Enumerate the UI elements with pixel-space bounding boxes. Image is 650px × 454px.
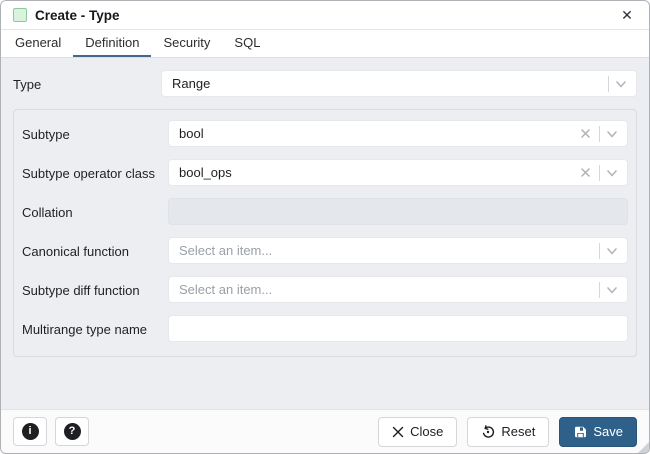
subtype-operator-class-value[interactable] <box>169 160 576 185</box>
subtype-select[interactable] <box>168 120 628 147</box>
collation-label: Collation <box>22 198 168 222</box>
canonical-function-label: Canonical function <box>22 237 168 261</box>
close-icon <box>392 426 404 438</box>
type-select-value[interactable] <box>162 71 604 96</box>
question-icon: ? <box>64 423 81 440</box>
reset-button-label: Reset <box>501 424 535 439</box>
field-row-subtype-diff-function: Subtype diff function <box>22 276 628 303</box>
field-row-canonical-function: Canonical function <box>22 237 628 264</box>
type-label: Type <box>13 70 161 94</box>
reset-icon <box>481 425 495 439</box>
field-row-subtype: Subtype <box>22 120 628 147</box>
subtype-operator-class-label: Subtype operator class <box>22 159 168 183</box>
chevron-down-icon[interactable] <box>604 245 620 257</box>
dialog-close-icon[interactable]: ✕ <box>617 5 637 25</box>
select-divider <box>599 243 600 259</box>
subtype-diff-function-select[interactable] <box>168 276 628 303</box>
type-object-icon <box>13 8 27 22</box>
select-divider <box>608 76 609 92</box>
chevron-down-icon[interactable] <box>604 284 620 296</box>
select-divider <box>599 126 600 142</box>
save-icon <box>573 425 587 439</box>
dialog-tabbar: General Definition Security SQL <box>1 30 649 58</box>
close-button-label: Close <box>410 424 443 439</box>
subtype-diff-function-placeholder[interactable] <box>169 277 595 302</box>
type-select[interactable] <box>161 70 637 97</box>
select-divider <box>599 165 600 181</box>
collation-input <box>168 198 628 225</box>
tab-general[interactable]: General <box>3 30 73 57</box>
field-row-collation: Collation <box>22 198 628 225</box>
dialog-title: Create - Type <box>35 8 120 23</box>
field-row-subtype-operator-class: Subtype operator class <box>22 159 628 186</box>
tab-definition[interactable]: Definition <box>73 30 151 57</box>
definition-panel: Type Subtype <box>1 58 649 409</box>
range-options-group: Subtype <box>13 109 637 357</box>
save-button[interactable]: Save <box>559 417 637 447</box>
chevron-down-icon[interactable] <box>604 128 620 140</box>
chevron-down-icon[interactable] <box>604 167 620 179</box>
canonical-function-placeholder[interactable] <box>169 238 595 263</box>
save-button-label: Save <box>593 424 623 439</box>
clear-icon[interactable] <box>576 167 595 178</box>
chevron-down-icon[interactable] <box>613 78 629 90</box>
subtype-operator-class-select[interactable] <box>168 159 628 186</box>
multirange-type-name-label: Multirange type name <box>22 315 168 339</box>
tab-security[interactable]: Security <box>151 30 222 57</box>
field-row-multirange-type-name: Multirange type name <box>22 315 628 342</box>
select-divider <box>599 282 600 298</box>
subtype-select-value[interactable] <box>169 121 576 146</box>
dialog-help-button[interactable]: ? <box>55 417 89 446</box>
canonical-function-select[interactable] <box>168 237 628 264</box>
sql-help-button[interactable]: i <box>13 417 47 446</box>
subtype-label: Subtype <box>22 120 168 144</box>
subtype-diff-function-label: Subtype diff function <box>22 276 168 300</box>
multirange-type-name-input[interactable] <box>168 315 628 342</box>
dialog-titlebar: Create - Type ✕ <box>1 1 649 30</box>
multirange-type-name-value[interactable] <box>169 316 627 341</box>
clear-icon[interactable] <box>576 128 595 139</box>
info-icon: i <box>22 423 39 440</box>
reset-button[interactable]: Reset <box>467 417 549 447</box>
collation-input-value <box>169 199 627 224</box>
dialog-footer: i ? Close Reset <box>1 409 649 453</box>
close-button[interactable]: Close <box>378 417 457 447</box>
field-row-type: Type <box>13 70 637 97</box>
resize-grip[interactable] <box>638 442 649 453</box>
create-type-dialog: Create - Type ✕ General Definition Secur… <box>0 0 650 454</box>
tab-sql[interactable]: SQL <box>222 30 272 57</box>
